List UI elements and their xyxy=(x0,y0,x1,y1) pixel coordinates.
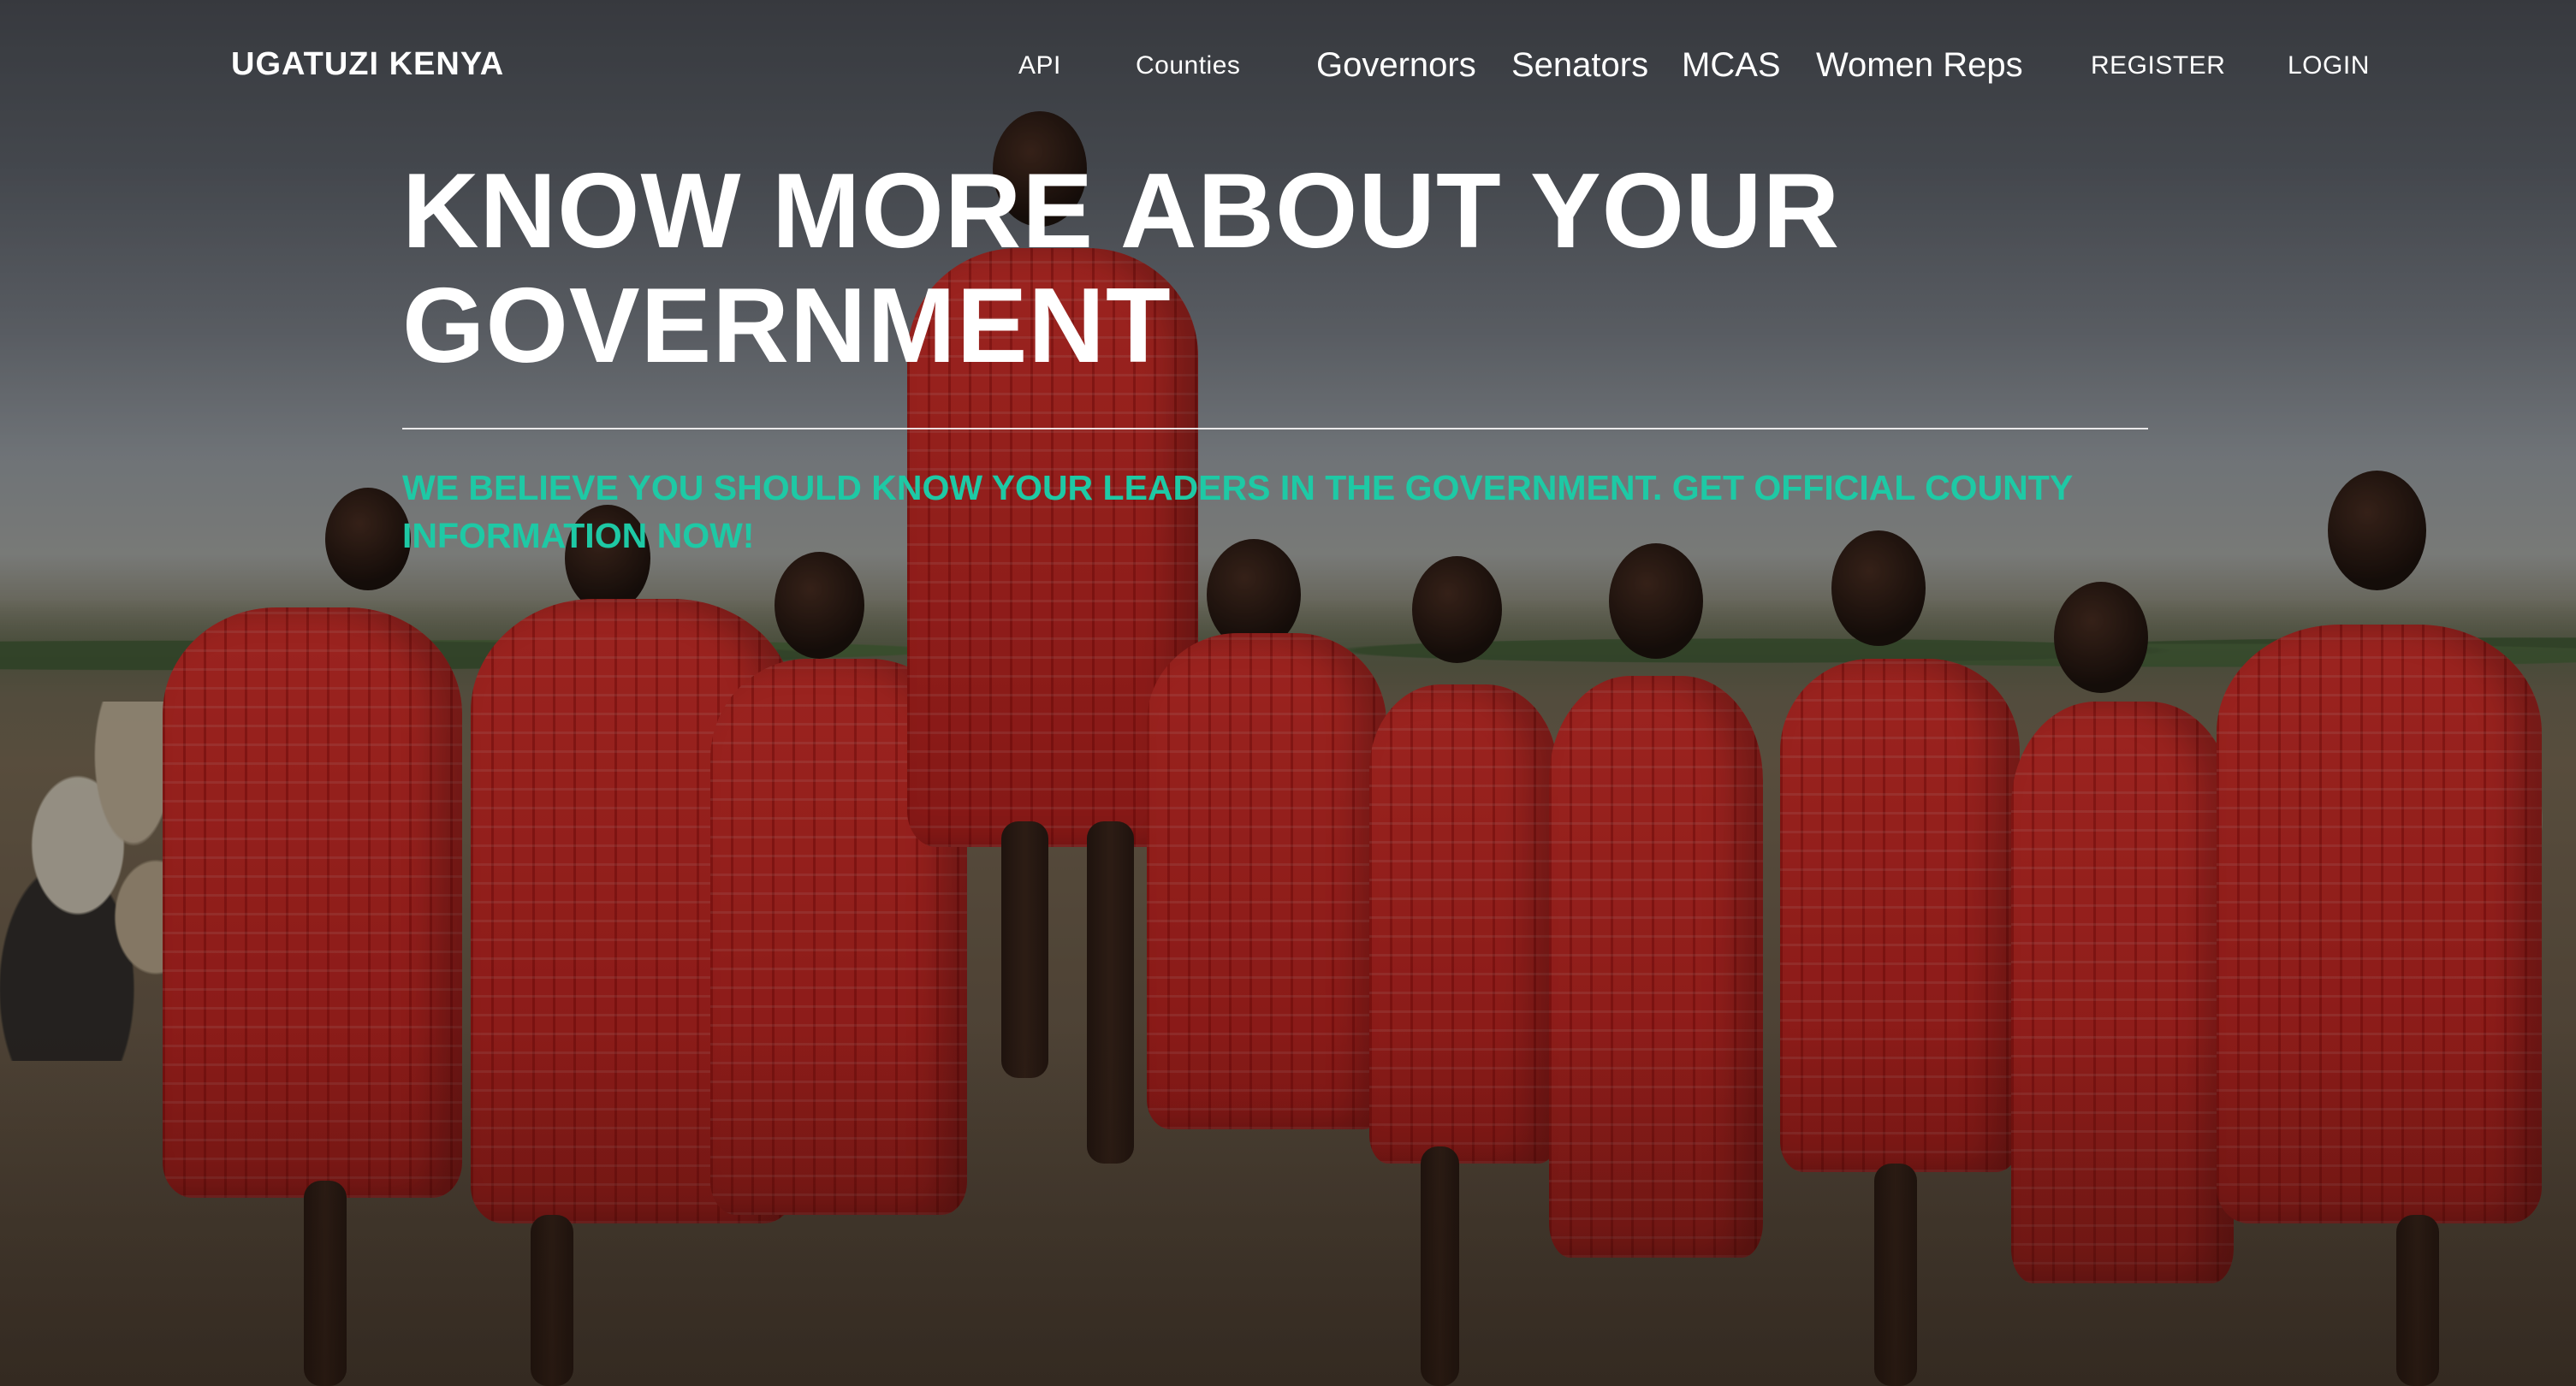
nav-link-counties[interactable]: Counties xyxy=(1136,51,1240,80)
hero-divider xyxy=(402,428,2148,429)
hero-section: UGATUZI KENYA API Counties Governors Sen… xyxy=(0,0,2576,1386)
login-link[interactable]: LOGIN xyxy=(2288,51,2370,80)
hero-subtitle: WE BELIEVE YOU SHOULD KNOW YOUR LEADERS … xyxy=(402,468,2073,555)
nav-link-api[interactable]: API xyxy=(1018,51,1061,80)
nav-link-senators[interactable]: Senators xyxy=(1511,46,1648,85)
hero-title: KNOW MORE ABOUT YOUR GOVERNMENT xyxy=(402,152,1841,385)
nav-link-mcas[interactable]: MCAS xyxy=(1682,46,1781,85)
top-navbar: UGATUZI KENYA API Counties Governors Sen… xyxy=(0,0,2576,128)
brand-logo-link[interactable]: UGATUZI KENYA xyxy=(231,46,504,83)
register-link[interactable]: REGISTER xyxy=(2091,51,2225,80)
nav-link-governors[interactable]: Governors xyxy=(1316,46,1476,85)
nav-link-women-reps[interactable]: Women Reps xyxy=(1816,46,2023,85)
